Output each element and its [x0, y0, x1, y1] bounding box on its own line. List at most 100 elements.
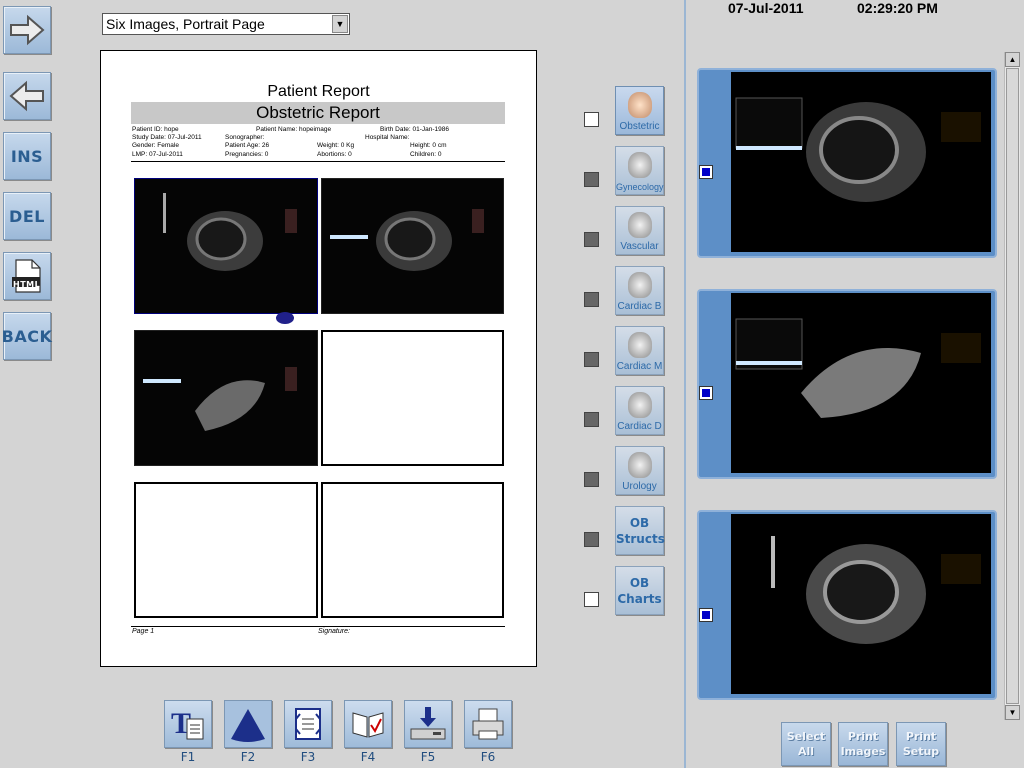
preset-ob-charts[interactable]: OB Charts: [615, 566, 664, 615]
ultrasound-probe-icon: [231, 709, 265, 742]
preset-label: Urology: [622, 481, 657, 492]
preset-checkbox-cardiac-m[interactable]: [584, 352, 599, 367]
thumbnail-scrollbar[interactable]: ▲ ▼: [1004, 52, 1020, 720]
back-label: BACK: [1, 326, 53, 346]
heart-icon: [628, 332, 652, 358]
f1-text-button[interactable]: T: [164, 700, 212, 748]
scroll-up-icon[interactable]: ▲: [1005, 52, 1020, 67]
thumbnail-2-checkbox[interactable]: [699, 386, 713, 400]
html-export-button[interactable]: HTML: [3, 252, 51, 300]
chevron-down-icon[interactable]: ▼: [332, 15, 348, 33]
preset-checkbox-cardiac-d[interactable]: [584, 412, 599, 427]
field-abortions: Abortions: 0: [317, 151, 352, 158]
preset-label: Cardiac D: [617, 421, 662, 432]
header-date: 07-Jul-2011: [728, 0, 804, 16]
print-images-button[interactable]: Print Images: [838, 722, 888, 766]
preset-checkbox-ob-charts[interactable]: [584, 592, 599, 607]
report-title: Patient Report: [267, 83, 370, 100]
drag-handle[interactable]: [276, 312, 294, 324]
preset-label: Obstetric: [619, 121, 660, 132]
preset-gynecology[interactable]: Gynecology: [615, 146, 664, 195]
preset-label: Gynecology: [616, 182, 664, 192]
thumbnail-1-image[interactable]: [731, 72, 991, 252]
f6-label: F6: [480, 750, 496, 764]
forward-arrow-icon: [10, 14, 45, 46]
panel-divider: [684, 0, 686, 768]
report-page: Patient Report Obstetric Report Patient …: [100, 50, 537, 667]
heart-icon: [628, 392, 652, 418]
fetus-icon: [628, 92, 652, 118]
preset-obstetric[interactable]: Obstetric: [615, 86, 664, 135]
page-layout-icon: [295, 708, 321, 740]
thumbnail-3-image[interactable]: [731, 514, 991, 694]
scroll-down-icon[interactable]: ▼: [1005, 705, 1020, 720]
f5-save-button[interactable]: [404, 700, 452, 748]
back-arrow-icon: [9, 80, 44, 112]
f4-label: F4: [360, 750, 376, 764]
preset-cardiac-b[interactable]: Cardiac B: [615, 266, 664, 315]
ins-button[interactable]: INS: [3, 132, 51, 180]
f2-ultrasound-button[interactable]: [224, 700, 272, 748]
print-setup-label-2: Setup: [902, 745, 940, 758]
field-study-date: Study Date: 07-Jul-2011: [132, 134, 202, 141]
field-patient-age: Patient Age: 26: [225, 142, 270, 149]
f3-label: F3: [300, 750, 316, 764]
kidney-icon: [628, 452, 652, 478]
f3-layout-button[interactable]: [284, 700, 332, 748]
field-patient-id: Patient ID: hope: [132, 126, 179, 133]
del-button[interactable]: DEL: [3, 192, 51, 240]
thumbnail-1-checkbox[interactable]: [699, 165, 713, 179]
f4-book-button[interactable]: [344, 700, 392, 748]
preset-checkbox-vascular[interactable]: [584, 232, 599, 247]
preset-checkbox-ob-structs[interactable]: [584, 532, 599, 547]
preset-checkbox-urology[interactable]: [584, 472, 599, 487]
image-slot-5[interactable]: [134, 482, 318, 618]
vessel-icon: [628, 212, 652, 238]
select-all-label-2: All: [797, 745, 815, 758]
back-button[interactable]: BACK: [1, 312, 53, 360]
f2-label: F2: [240, 750, 256, 764]
ultrasound-image: [735, 318, 981, 418]
layout-select[interactable]: Six Images, Portrait Page ▼: [102, 13, 350, 35]
preset-checkbox-gynecology[interactable]: [584, 172, 599, 187]
print-images-label-1: Print: [847, 730, 879, 743]
preset-checkbox-obstetric[interactable]: [584, 112, 599, 127]
back-arrow-button[interactable]: [3, 72, 51, 120]
image-slot-2[interactable]: [321, 178, 504, 314]
del-label: DEL: [9, 206, 45, 226]
scroll-thumb[interactable]: [1006, 68, 1019, 704]
download-drive-icon: [410, 707, 446, 740]
field-pregnancies: Pregnancies: 0: [225, 151, 269, 158]
preset-vascular[interactable]: Vascular: [615, 206, 664, 255]
preset-cardiac-m[interactable]: Cardiac M: [615, 326, 664, 375]
print-setup-button[interactable]: Print Setup: [896, 722, 946, 766]
thumbnail-2-image[interactable]: [731, 293, 991, 473]
ultrasound-image: [771, 536, 981, 644]
header-divider: [131, 161, 505, 162]
footer-page: Page 1: [132, 628, 155, 635]
preset-urology[interactable]: Urology: [615, 446, 664, 495]
thumbnail-3-checkbox[interactable]: [699, 608, 713, 622]
footer-signature: Signature:: [318, 628, 350, 635]
preset-ob-structs[interactable]: OB Structs: [615, 506, 665, 555]
printer-icon: [472, 708, 504, 740]
field-children: Children: 0: [410, 151, 442, 158]
image-slot-4[interactable]: [321, 330, 504, 466]
field-height: Height: 0 cm: [410, 142, 447, 149]
forward-button[interactable]: [3, 6, 51, 54]
f6-print-button[interactable]: [464, 700, 512, 748]
report-subtitle: Obstetric Report: [131, 102, 505, 124]
open-book-icon: [352, 712, 384, 738]
layout-select-value: Six Images, Portrait Page: [106, 16, 265, 32]
preset-label: Cardiac B: [617, 301, 662, 312]
ins-label: INS: [10, 146, 44, 166]
select-all-button[interactable]: Select All: [781, 722, 831, 766]
ultrasound-image: [330, 209, 484, 271]
preset-cardiac-d[interactable]: Cardiac D: [615, 386, 664, 435]
image-slot-1[interactable]: [134, 178, 318, 314]
image-slot-6[interactable]: [321, 482, 504, 618]
f1-label: F1: [180, 750, 196, 764]
heart-icon: [628, 272, 652, 298]
image-slot-3[interactable]: [134, 330, 318, 466]
preset-checkbox-cardiac-b[interactable]: [584, 292, 599, 307]
